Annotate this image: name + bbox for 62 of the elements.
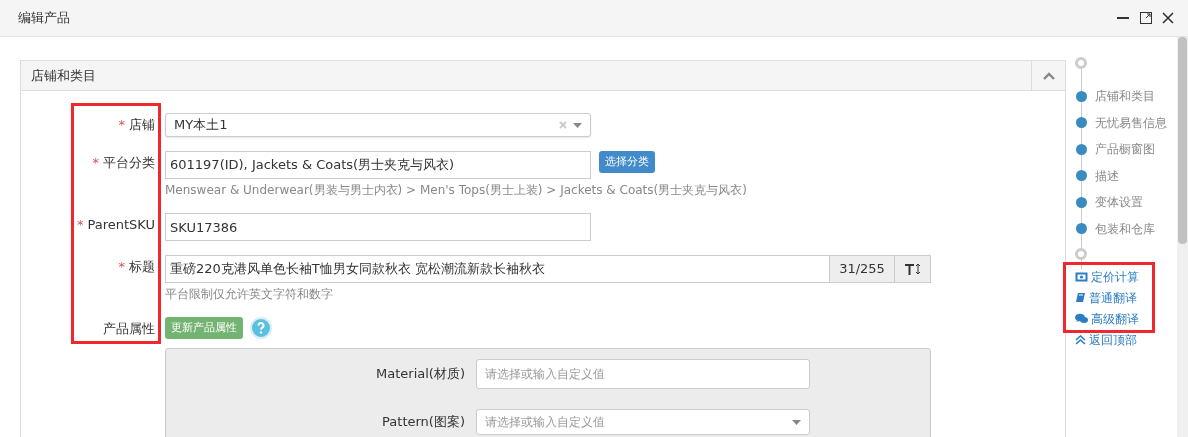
select-placeholder: 请选择或输入自定义值 [485,414,605,431]
required-marker: * [76,217,84,232]
scrollbar-thumb[interactable] [1178,37,1187,244]
text-case-button[interactable] [895,255,931,283]
back-to-top-link[interactable]: 返回顶部 [1071,329,1176,350]
field-label: 店铺 [129,117,155,132]
timeline-end-icon [1075,248,1087,260]
nav-item[interactable]: 产品橱窗图 [1071,136,1176,163]
select-category-button[interactable]: 选择分类 [598,151,655,173]
attribute-label: Material(材质) [375,365,466,384]
banknote-icon [1075,271,1088,282]
attribute-field[interactable]: 请选择或输入自定义值 [476,359,810,389]
caret-icon [573,122,582,128]
nav-item[interactable]: 无忧易售信息 [1071,109,1176,136]
tool-link[interactable]: 高级翻译 [1071,308,1176,329]
double-chevron-up-icon [1075,334,1086,345]
minimize-icon [1117,17,1129,19]
caret-icon [792,419,801,425]
timeline-dot [1076,117,1087,129]
category-path: Menswear & Underwear(男装与男士内衣) > Men's Tops(男士上装) > Jackets & Coats(男士夹克与风衣) [165,182,747,199]
chevron-icon [1041,70,1056,81]
field-label: 标题 [129,259,155,274]
text-field[interactable]: SKU17386 [165,213,591,241]
section-title: 店铺和类目 [31,66,96,85]
text-height-icon [903,262,922,276]
scrollbar[interactable] [1177,37,1188,437]
required-marker: * [92,155,99,170]
hint-text: 平台限制仅允许英文字符和数字 [165,286,334,303]
maximize-button[interactable] [1137,10,1154,26]
speech-bubbles-icon [1075,313,1088,324]
required-marker: * [118,117,125,132]
text-field[interactable]: 601197(ID), Jackets & Coats(男士夹克与风衣) [165,151,591,179]
clear-icon[interactable] [558,121,567,129]
book-icon [1075,292,1086,303]
help-icon[interactable] [249,317,272,339]
timeline-dot [1076,223,1087,235]
nav-item[interactable]: 店铺和类目 [1071,83,1176,110]
update-attributes-button[interactable]: 更新产品属性 [165,317,243,339]
required-marker: * [118,259,125,274]
select-value: MY本土1 [174,116,228,135]
nav-item[interactable]: 变体设置 [1071,189,1176,216]
title-field[interactable]: 重磅220克港风单色长袖T恤男女同款秋衣 宽松潮流新款长袖秋衣 [165,255,830,283]
field-label: ParentSKU [87,217,155,232]
tool-link[interactable]: 定价计算 [1071,266,1176,287]
shop-select[interactable]: MY本土1 [165,113,591,137]
close-icon [1161,11,1175,25]
attribute-select[interactable]: 请选择或输入自定义值 [476,409,810,435]
nav-item[interactable]: 包装和仓库 [1071,215,1176,242]
timeline-dot [1076,143,1087,155]
timeline-dot [1076,196,1087,208]
nav-item[interactable]: 描述 [1071,162,1176,189]
window-title: 编辑产品 [18,9,70,28]
timeline-start-icon [1075,57,1087,69]
tool-link[interactable]: 普通翻译 [1071,287,1176,308]
character-counter: 31/255 [830,255,895,283]
field-label: 平台分类 [103,155,155,170]
timeline-dot [1076,90,1087,102]
timeline-dot [1076,170,1087,182]
field-label: 产品属性 [102,320,156,338]
close-button[interactable] [1160,10,1176,26]
attribute-label: Pattern(图案) [381,413,466,432]
maximize-icon [1138,11,1153,25]
